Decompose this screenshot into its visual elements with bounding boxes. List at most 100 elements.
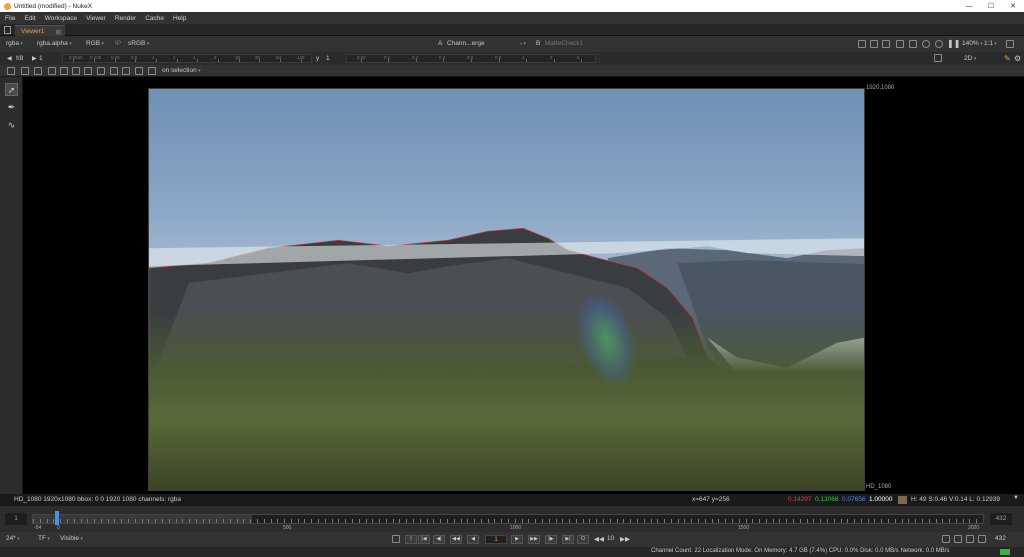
select-points-icon[interactable] [60,67,68,75]
feather-icon[interactable] [97,67,105,75]
select-arrow-icon[interactable]: ➚ [5,83,18,96]
menu-render[interactable]: Render [110,15,140,22]
in-point-button[interactable]: I [405,535,417,544]
timeline-tick [366,519,367,523]
viewer-toolbar-top: rgba rgba.alpha RGB IP sRGB A Chann...er… [0,36,1024,52]
select-curves-icon[interactable] [72,67,80,75]
fstop-value[interactable]: f/8 [16,55,23,62]
ruler-label: 0.125 [90,55,102,60]
display-channels-select[interactable]: RGB [86,40,104,47]
alpha-channel-select[interactable]: rgba.alpha [37,40,72,47]
export-icon[interactable] [978,535,986,543]
timeline-tick [739,519,740,523]
range-select[interactable]: Visible [60,535,83,542]
gear-icon[interactable] [7,67,15,75]
out-point-button[interactable]: O [577,535,589,544]
skip-back-icon[interactable]: ◀◀ [594,535,604,543]
menu-viewer[interactable]: Viewer [81,15,110,22]
a-input-select[interactable]: Chann...erge [447,40,485,47]
gain-decrease-icon[interactable]: ◀ [7,55,12,62]
input-process-toggle[interactable]: IP [115,40,121,47]
timeline-playhead[interactable] [55,511,59,525]
skip-forward-icon[interactable]: ▶▶ [620,535,630,543]
timeline-tick [87,519,88,523]
mask-overlay-icon[interactable] [909,40,917,48]
gamma-field[interactable]: 1 [326,55,330,62]
roi-mode-select[interactable]: on selection [162,67,201,74]
roi-icon[interactable] [858,40,866,48]
b-input-select[interactable]: MatteCheck1 [545,40,583,47]
layer-select[interactable]: rgba [6,40,23,47]
pixel-color-swatch [898,496,907,504]
menu-edit[interactable]: Edit [19,15,39,22]
ruler-tick [197,59,198,62]
menu-file[interactable]: File [0,15,19,22]
play-backward-button[interactable]: ◀ [467,535,479,544]
frame-mode-icon[interactable] [392,535,400,543]
view-mode-select[interactable]: 2D [964,55,976,62]
compare-mode-select[interactable]: - [520,40,526,47]
menu-help[interactable]: Help [168,15,190,22]
step-back-button[interactable]: ◀◀ [450,535,462,544]
pause-icon[interactable]: ❚❚ [947,39,960,48]
prev-keyframe-button[interactable]: ◀| [433,535,445,544]
frame-range-out[interactable]: 432 [990,513,1012,525]
frame-range-in[interactable]: 1 [5,513,27,525]
panel-menu-icon[interactable] [4,26,11,34]
next-keyframe-button[interactable]: |▶ [545,535,557,544]
gain-slider[interactable]: 0.0625 0.125 0.25 0.5 1 2 4 8 16 32 64 128 [62,54,312,63]
maximize-viewer-icon[interactable] [1006,40,1014,48]
paint-brush-icon[interactable]: ✎ [1004,54,1011,63]
play-forward-button[interactable]: ▶ [511,535,523,544]
fps-select[interactable]: 24* [6,535,20,542]
refresh-icon[interactable] [922,40,930,48]
viewer-lut-select[interactable]: sRGB [128,40,149,47]
ruler-label: 0.25 [111,55,120,60]
bezier-tool-icon[interactable]: ∿ [5,119,18,132]
hide-transform-icon[interactable] [135,67,143,75]
bbox-icon[interactable] [148,67,156,75]
tab-close-icon[interactable]: ⊠ [56,28,61,36]
lock-icon[interactable] [966,535,974,543]
timeline-tick [169,519,170,523]
paint-icon[interactable] [21,67,29,75]
gamma-slider[interactable]: 0.02 0.1 0.2 0.4 0.6 0.8 1 2 5 [346,54,596,63]
timeline-tick [196,519,197,523]
pixel-ratio-select[interactable]: 1:1 [984,40,997,47]
ruler-tick [156,59,157,62]
stop-playback-icon[interactable] [954,535,962,543]
hide-curves-icon[interactable] [122,67,130,75]
info-menu-icon[interactable]: ▼ [1013,495,1019,501]
settings-icon[interactable]: ⚙ [1014,54,1021,63]
gain-field[interactable]: 1 [39,55,43,62]
timeline-track[interactable] [32,514,984,524]
maximize-icon[interactable]: ☐ [980,0,1002,12]
overscan-icon[interactable] [882,40,890,48]
transform-icon[interactable] [34,67,42,75]
close-icon[interactable]: ✕ [1002,0,1024,12]
menu-cache[interactable]: Cache [140,15,168,22]
current-frame-field[interactable]: 1 [485,535,507,544]
tab-viewer1[interactable]: Viewer1 ⊠ [15,25,65,36]
select-mode-icon[interactable] [48,67,56,75]
select-shapes-icon[interactable] [84,67,92,75]
minimize-icon[interactable]: — [958,0,980,12]
wipe-icon[interactable] [934,54,942,62]
stop-icon[interactable] [935,40,943,48]
end-frame-field[interactable]: 432 [995,535,1006,542]
step-forward-button[interactable]: ▶▶ [528,535,540,544]
last-frame-button[interactable]: ▶| [562,535,574,544]
timecode-select[interactable]: TF [38,535,50,542]
label-points-icon[interactable] [110,67,118,75]
playback-mode-icon[interactable] [942,535,950,543]
status-text: Channel Count: 22 Localization Mode: On … [651,548,950,554]
clipping-icon[interactable] [870,40,878,48]
pen-tool-icon[interactable]: ✒ [5,101,18,114]
menu-workspace[interactable]: Workspace [40,15,81,22]
viewer-canvas[interactable]: 1920,1080 HD_1080 [23,77,1024,494]
proxy-icon[interactable] [896,40,904,48]
first-frame-button[interactable]: |◀ [418,535,430,544]
zoom-select[interactable]: 140% [962,40,983,47]
gain-increase-icon[interactable]: ▶ [32,55,37,62]
increment-field[interactable]: 10 [607,535,614,542]
